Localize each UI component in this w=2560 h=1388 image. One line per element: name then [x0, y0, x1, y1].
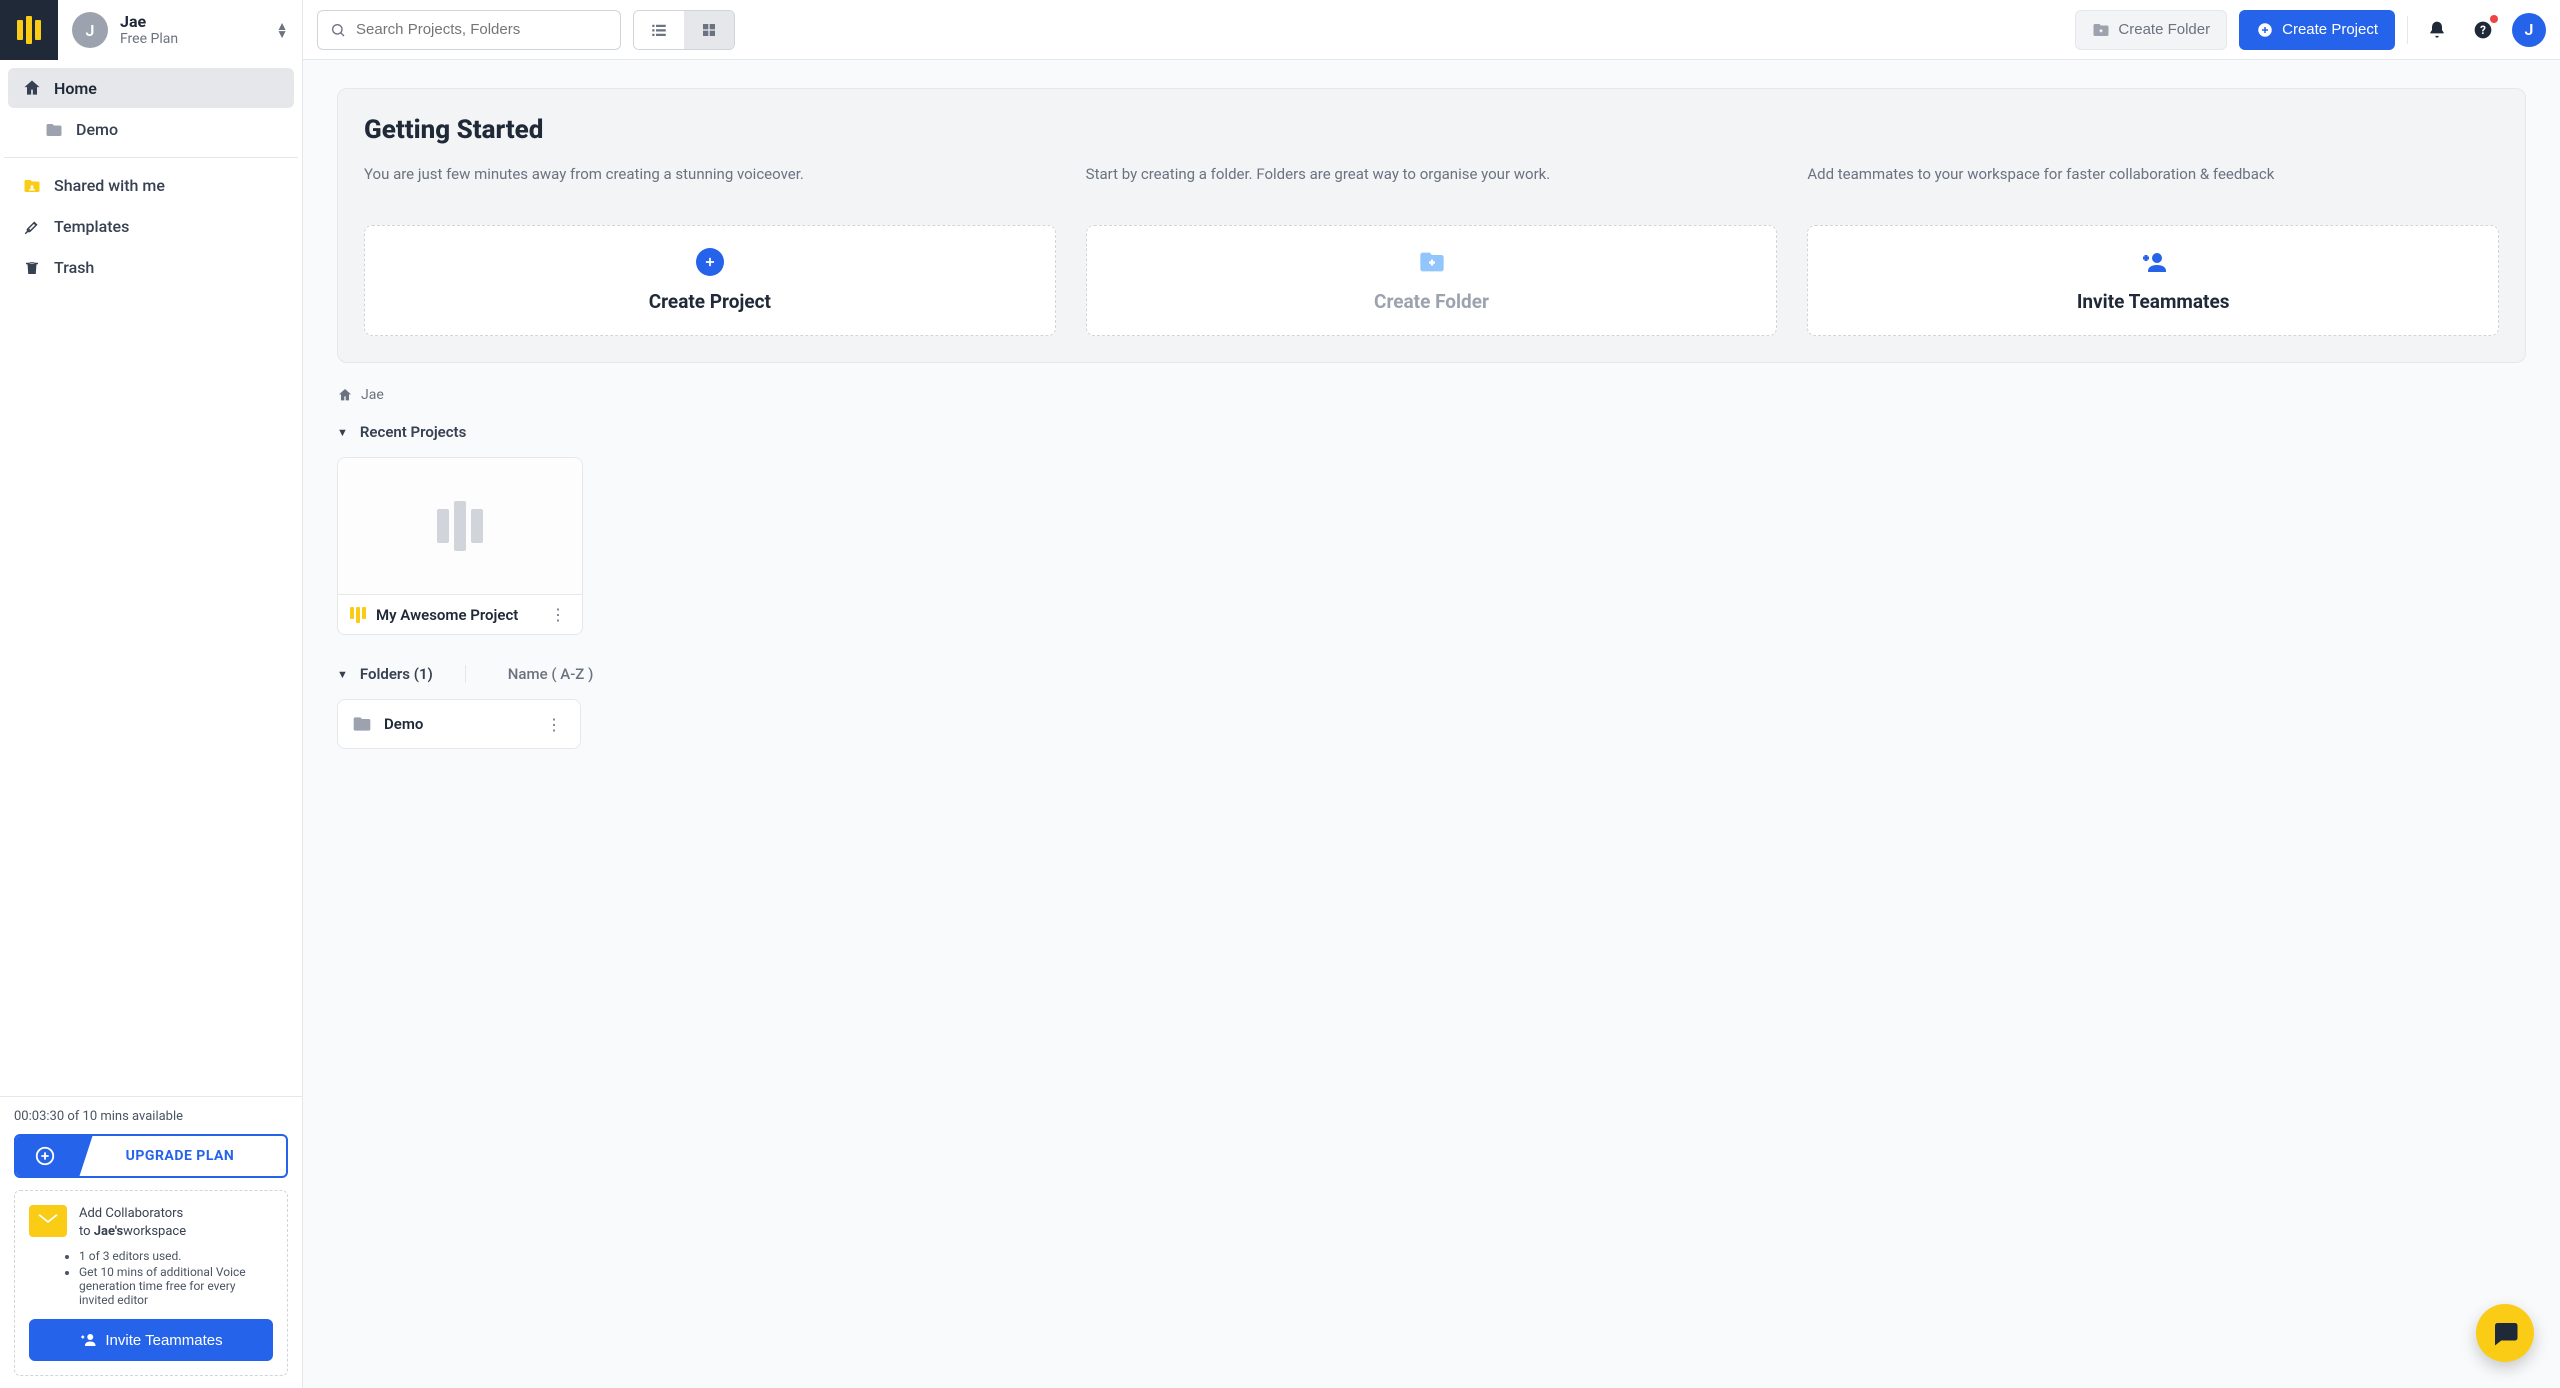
collab-bullet: 1 of 3 editors used.	[79, 1249, 273, 1263]
person-add-icon	[2139, 248, 2167, 276]
project-thumbnail	[338, 458, 582, 594]
user-avatar[interactable]: J	[2512, 13, 2546, 47]
home-icon	[337, 387, 353, 403]
project-card[interactable]: My Awesome Project ⋮	[337, 457, 583, 635]
topbar: Create Folder Create Project ? J	[303, 0, 2560, 60]
gs-desc: You are just few minutes away from creat…	[364, 163, 1056, 209]
getting-started-title: Getting Started	[364, 115, 2499, 145]
nav-folder-demo[interactable]: Demo	[8, 110, 294, 149]
create-project-button[interactable]: Create Project	[2239, 10, 2395, 50]
chevron-down-icon: ▼	[337, 668, 348, 681]
invite-label: Invite Teammates	[105, 1332, 222, 1349]
folder-icon	[352, 714, 372, 734]
breadcrumb[interactable]: Jae	[337, 387, 2526, 403]
bell-icon	[2427, 20, 2447, 40]
folder-card[interactable]: Demo ⋮	[337, 699, 581, 749]
folder-add-icon	[2092, 21, 2110, 39]
shared-folder-icon	[22, 177, 42, 195]
section-title: Recent Projects	[360, 423, 466, 441]
chat-support-button[interactable]	[2476, 1304, 2534, 1362]
grid-view-button[interactable]	[684, 11, 734, 49]
sort-label: Name ( A-Z )	[508, 665, 594, 683]
folder-name: Demo	[384, 715, 530, 733]
nav-label: Demo	[76, 120, 118, 139]
list-view-button[interactable]	[634, 11, 684, 49]
project-name: My Awesome Project	[376, 606, 536, 624]
app-logo	[0, 0, 58, 60]
plus-circle-icon	[2256, 21, 2274, 39]
svg-text:?: ?	[2480, 23, 2486, 37]
folder-add-icon	[1418, 248, 1446, 276]
gs-desc: Add teammates to your workspace for fast…	[1807, 163, 2499, 209]
recent-projects-header[interactable]: ▼ Recent Projects	[337, 423, 2526, 441]
create-folder-button[interactable]: Create Folder	[2075, 10, 2227, 50]
breadcrumb-label: Jae	[361, 387, 384, 403]
sort-icon	[486, 666, 502, 682]
gs-card-title: Create Folder	[1109, 290, 1755, 313]
folders-header[interactable]: ▼ Folders (1) Name ( A-Z )	[337, 665, 2526, 683]
home-icon	[22, 78, 42, 98]
gs-create-folder-card[interactable]: Create Folder	[1086, 225, 1778, 336]
workspace-avatar: J	[72, 12, 108, 48]
collab-line2: to Jae'sworkspace	[79, 1223, 186, 1241]
search-box[interactable]	[317, 10, 621, 50]
gs-card-title: Create Project	[387, 290, 1033, 313]
nav-home[interactable]: Home	[8, 68, 294, 108]
gs-create-project-card[interactable]: Create Project	[364, 225, 1056, 336]
nav-trash[interactable]: Trash	[8, 248, 294, 287]
chevron-down-icon: ▼	[337, 426, 348, 439]
nav-shared[interactable]: Shared with me	[8, 166, 294, 205]
chat-icon	[2490, 1318, 2520, 1348]
folder-icon	[44, 121, 64, 139]
gs-invite-card[interactable]: Invite Teammates	[1807, 225, 2499, 336]
list-icon	[650, 21, 668, 39]
sidebar: J Jae Free Plan ▲▼ Home Demo	[0, 0, 303, 1388]
collab-line1: Add Collaborators	[79, 1205, 186, 1223]
chevron-updown-icon: ▲▼	[276, 22, 288, 38]
gs-desc: Start by creating a folder. Folders are …	[1086, 163, 1778, 209]
workspace-switcher[interactable]: J Jae Free Plan ▲▼	[0, 0, 302, 60]
workspace-plan: Free Plan	[120, 31, 178, 48]
search-icon	[330, 22, 346, 38]
quota-text: 00:03:30 of 10 mins available	[14, 1109, 288, 1124]
sort-control[interactable]: Name ( A-Z )	[465, 665, 594, 683]
getting-started-panel: Getting Started You are just few minutes…	[337, 88, 2526, 363]
search-input[interactable]	[356, 21, 608, 38]
view-toggle	[633, 10, 735, 50]
folder-menu-button[interactable]: ⋮	[542, 715, 566, 734]
workspace-name: Jae	[120, 12, 178, 31]
section-title: Folders (1)	[360, 665, 433, 683]
upgrade-label: UPGRADE PLAN	[74, 1136, 286, 1176]
templates-icon	[22, 218, 42, 236]
invite-teammates-button[interactable]: Invite Teammates	[29, 1319, 273, 1361]
button-label: Create Project	[2282, 21, 2378, 38]
nav-templates[interactable]: Templates	[8, 207, 294, 246]
button-label: Create Folder	[2118, 21, 2210, 38]
plus-circle-icon	[696, 248, 724, 276]
help-button[interactable]: ?	[2466, 13, 2500, 47]
project-menu-button[interactable]: ⋮	[546, 605, 570, 624]
upgrade-plan-button[interactable]: UPGRADE PLAN	[14, 1134, 288, 1178]
upgrade-icon	[16, 1136, 74, 1176]
nav-label: Templates	[54, 217, 129, 236]
mail-icon	[29, 1205, 67, 1237]
nav-label: Home	[54, 79, 97, 98]
collab-bullet: Get 10 mins of additional Voice generati…	[79, 1265, 273, 1307]
project-type-icon	[350, 607, 366, 623]
person-add-icon	[79, 1331, 97, 1349]
nav-label: Shared with me	[54, 176, 165, 195]
help-icon: ?	[2473, 20, 2493, 40]
nav-label: Trash	[54, 258, 94, 277]
gs-card-title: Invite Teammates	[1830, 290, 2476, 313]
trash-icon	[22, 259, 42, 277]
collaborators-promo: Add Collaborators to Jae'sworkspace 1 of…	[14, 1190, 288, 1376]
notifications-button[interactable]	[2420, 13, 2454, 47]
grid-icon	[701, 22, 717, 38]
